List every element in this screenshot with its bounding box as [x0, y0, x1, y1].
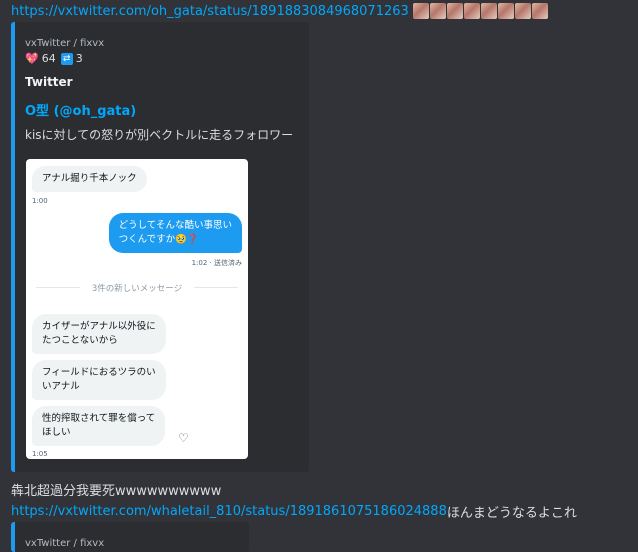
dm-bubble-sent: どうしてそんな酷い事思い つくんですか🥹❓ — [108, 213, 242, 253]
tweet-embed: vxTwitter / fixvx 💖 64 ⇄ 3 Twitter O型 (@… — [11, 22, 309, 472]
message-line-1: https://vxtwitter.com/oh_gata/status/189… — [11, 2, 549, 20]
dm-timestamp-sent: 1:02 · 送信済み — [191, 259, 242, 267]
heart-plus-icon: ♡ — [178, 431, 189, 445]
embed-stats: 💖 64 ⇄ 3 — [25, 52, 83, 65]
custom-emoji-icon[interactable] — [463, 3, 480, 19]
emoji-strip — [412, 3, 549, 19]
dm-bubble-received: 性的搾取されて罪を償って ほしい — [32, 406, 166, 446]
embed-author[interactable]: O型 (@oh_gata) — [25, 100, 136, 119]
embed-description: kisに対しての怒りが別ベクトルに走るフォロワー — [25, 128, 294, 142]
embed-image[interactable]: アナル掘り千本ノック 1:00 どうしてそんな酷い事思い つくんですか🥹❓ 1:… — [26, 159, 248, 459]
custom-emoji-icon[interactable] — [429, 3, 446, 19]
retweets-count: 3 — [75, 52, 83, 65]
dm-bubble-received: アナル掘り千本ノック — [32, 166, 147, 192]
embed-provider[interactable]: vxTwitter / fixvx — [25, 38, 104, 49]
chat-message: https://vxtwitter.com/whaletail_810/stat… — [11, 502, 577, 521]
custom-emoji-icon[interactable] — [497, 3, 514, 19]
custom-emoji-icon[interactable] — [412, 3, 429, 19]
custom-emoji-icon[interactable] — [531, 3, 548, 19]
retweet-icon: ⇄ — [60, 52, 73, 65]
tweet-link[interactable]: https://vxtwitter.com/whaletail_810/stat… — [11, 504, 447, 519]
chat-message: 犇北超過分我要死wwwwwwwwww — [11, 484, 222, 499]
dm-bubble-received: フィールドにおるツラのい いアナル — [32, 360, 166, 400]
custom-emoji-icon[interactable] — [480, 3, 497, 19]
embed-site-name: Twitter — [25, 75, 73, 89]
custom-emoji-icon[interactable] — [514, 3, 531, 19]
new-messages-divider: 3件の新しいメッセージ — [91, 284, 183, 294]
message-text: ほんまどうなるよこれ — [446, 505, 577, 521]
heart-icon: 💖 — [25, 52, 39, 65]
dm-timestamp: 1:00 — [32, 197, 48, 205]
dm-bubble-received: カイザーがアナル以外役に たつことないから — [32, 314, 166, 354]
dm-timestamp: 1:05 — [32, 450, 48, 458]
embed-provider[interactable]: vxTwitter / fixvx — [25, 538, 104, 549]
tweet-embed: vxTwitter / fixvx — [11, 522, 249, 552]
tweet-link[interactable]: https://vxtwitter.com/oh_gata/status/189… — [11, 4, 409, 19]
likes-count: 64 — [41, 52, 56, 65]
custom-emoji-icon[interactable] — [446, 3, 463, 19]
